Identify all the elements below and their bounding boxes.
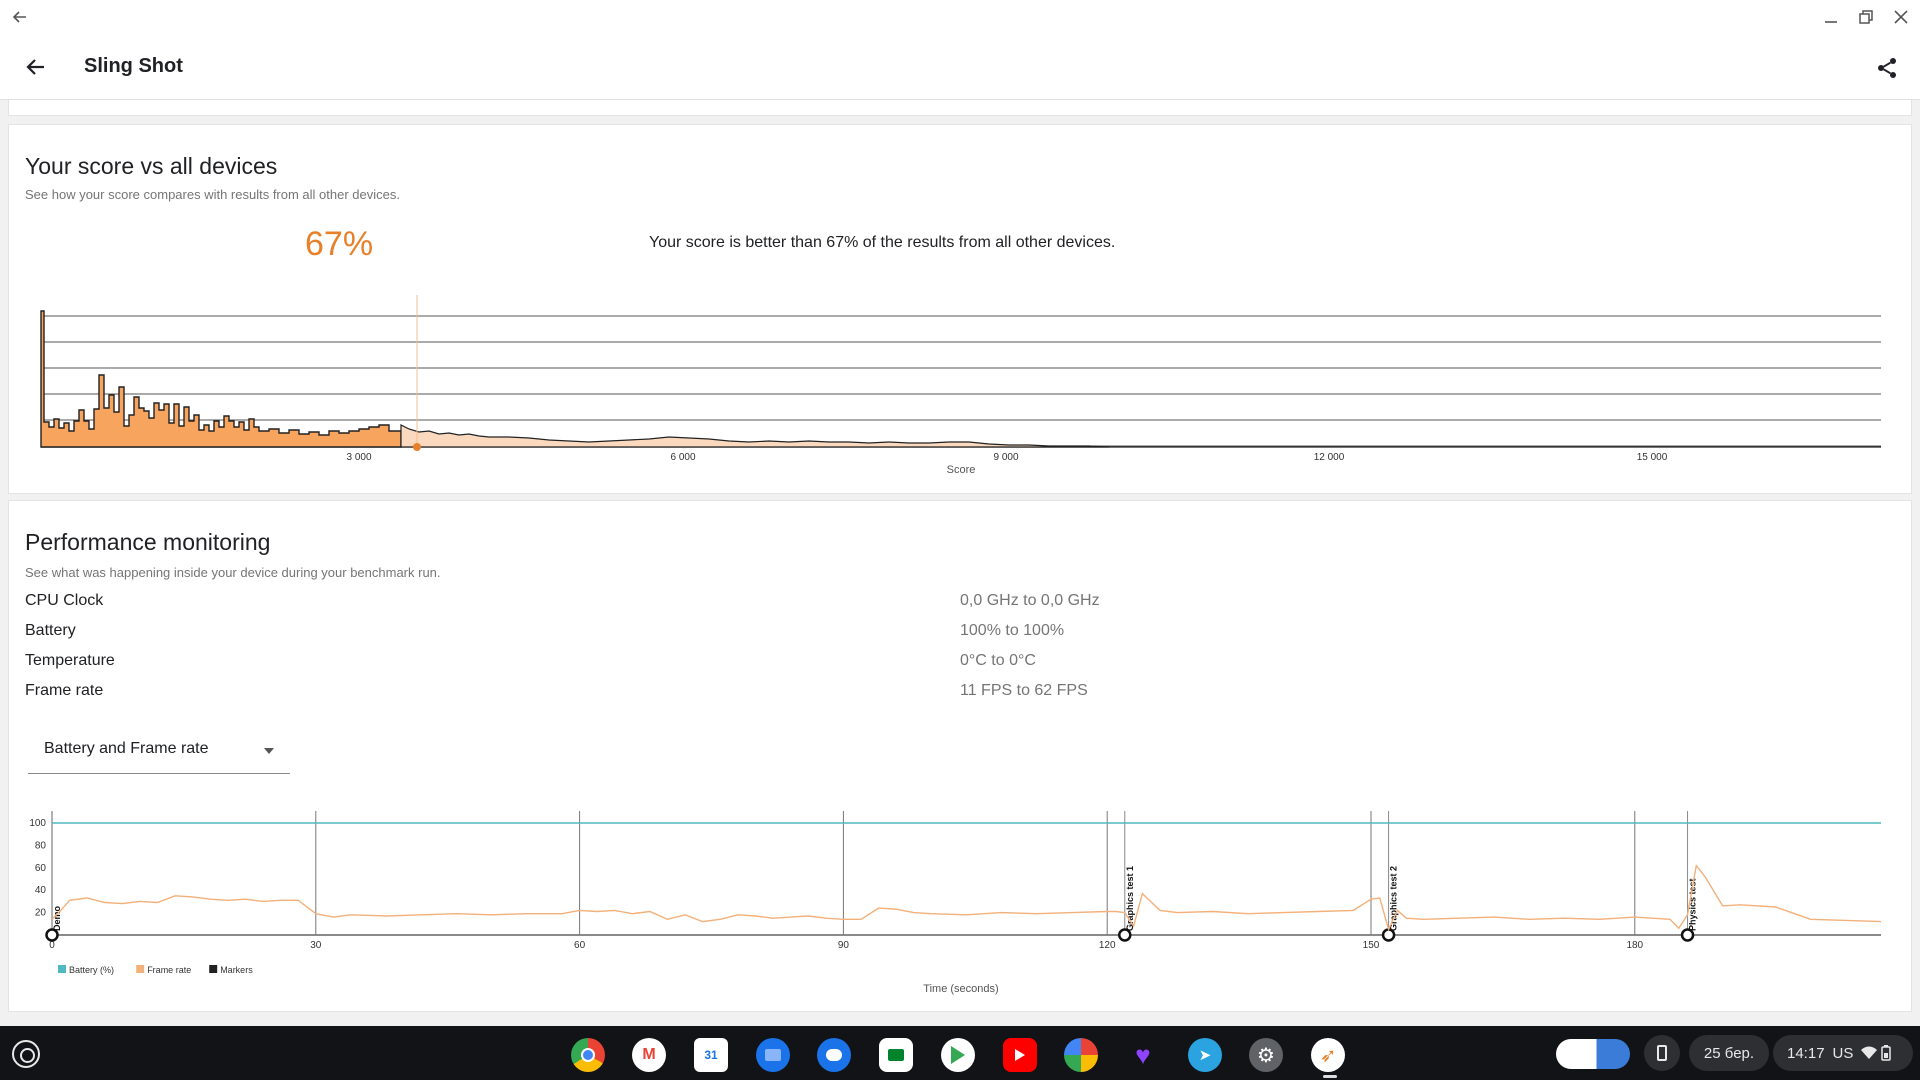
app-bar: Sling Shot [0,34,1920,100]
window-title-bar [0,0,1920,34]
meet-icon[interactable] [879,1038,913,1072]
page-title: Sling Shot [84,55,183,77]
restore-icon[interactable] [1856,7,1876,27]
toggle-switch[interactable] [1556,1039,1630,1069]
keyboard-locale: US [1832,1044,1854,1062]
youtube-icon[interactable] [1003,1038,1037,1072]
x-tick-label: 120 [1099,940,1116,951]
phone-hub-icon[interactable] [1644,1035,1680,1071]
taskbar: M 31 ♥ ➤ ⚙ ➶ 25 бер. 14:17 US [0,1026,1920,1080]
date-pill[interactable]: 25 бер. [1689,1035,1769,1071]
legend-label: Markers [220,965,253,975]
legend-label: Battery (%) [69,965,114,975]
performance-monitoring-card: Performance monitoring See what was happ… [8,500,1912,1012]
performance-chart: 0 30 60 90 120 150 18010080604020 Demo Graphics … [29,811,1882,995]
heart-app-icon[interactable]: ♥ [1126,1038,1160,1072]
calendar-icon[interactable]: 31 [694,1038,728,1072]
series-line [51,863,1882,932]
gmail-icon[interactable]: M [632,1038,666,1072]
previous-card-edge [8,100,1912,116]
distribution-area-above [400,424,1110,448]
wifi-icon [1861,1046,1878,1059]
legend-swatch [209,965,218,973]
x-tick-label: 180 [1626,940,1643,951]
x-tick-label: 60 [574,940,586,951]
score-distribution-chart: 3 000 6 000 9 000 12 000 15 000 Score [40,295,1881,476]
messages-icon[interactable] [817,1038,851,1072]
minimize-icon[interactable] [1821,7,1841,27]
tick-label: 15 000 [1637,452,1668,463]
distribution-x-ticks: 3 000 6 000 9 000 12 000 15 000 [346,452,1667,463]
y-tick-label: 20 [35,908,47,919]
legend-swatch [136,965,145,973]
y-tick-label: 80 [35,840,47,851]
clock-time: 14:17 [1787,1044,1825,1062]
y-tick-label: 100 [29,818,46,829]
score-comparison-card: Your score vs all devices See how your s… [8,124,1912,494]
photos-icon[interactable] [1064,1038,1098,1072]
launcher-icon[interactable] [12,1040,40,1068]
x-tick-label: 30 [310,940,322,951]
battery-icon [1881,1045,1892,1061]
y-tick-label: 40 [35,885,47,896]
tick-label: 9 000 [993,452,1018,463]
x-axis-title: Time (seconds) [923,983,998,995]
chrome-icon[interactable] [571,1038,605,1072]
back-arrow-icon[interactable] [24,55,48,79]
y-tick-label: 60 [35,863,47,874]
distribution-x-axis-label: Score [947,464,976,476]
marker-label: Graphics test 2 [1389,866,1399,931]
settings-gear-icon[interactable]: ⚙ [1249,1038,1283,1072]
tick-label: 3 000 [346,452,371,463]
telegram-icon[interactable]: ➤ [1188,1038,1222,1072]
legend-swatch [58,965,66,973]
your-score-marker-dot [413,443,421,451]
tick-label: 6 000 [670,452,695,463]
x-tick-label: 90 [838,940,850,951]
3dmark-icon[interactable]: ➶ [1311,1038,1345,1072]
active-app-indicator [1323,1075,1337,1078]
play-store-icon[interactable] [941,1038,975,1072]
distribution-gridlines [41,315,1881,448]
status-tray[interactable]: 14:17 US [1773,1035,1913,1071]
share-icon[interactable] [1875,56,1899,80]
tick-label: 12 000 [1314,452,1345,463]
distribution-area-below [40,310,402,448]
window-back-icon[interactable] [10,7,30,27]
files-icon[interactable] [756,1038,790,1072]
x-tick-label: 150 [1363,940,1380,951]
legend-label: Frame rate [147,965,191,975]
close-icon[interactable] [1891,7,1911,27]
